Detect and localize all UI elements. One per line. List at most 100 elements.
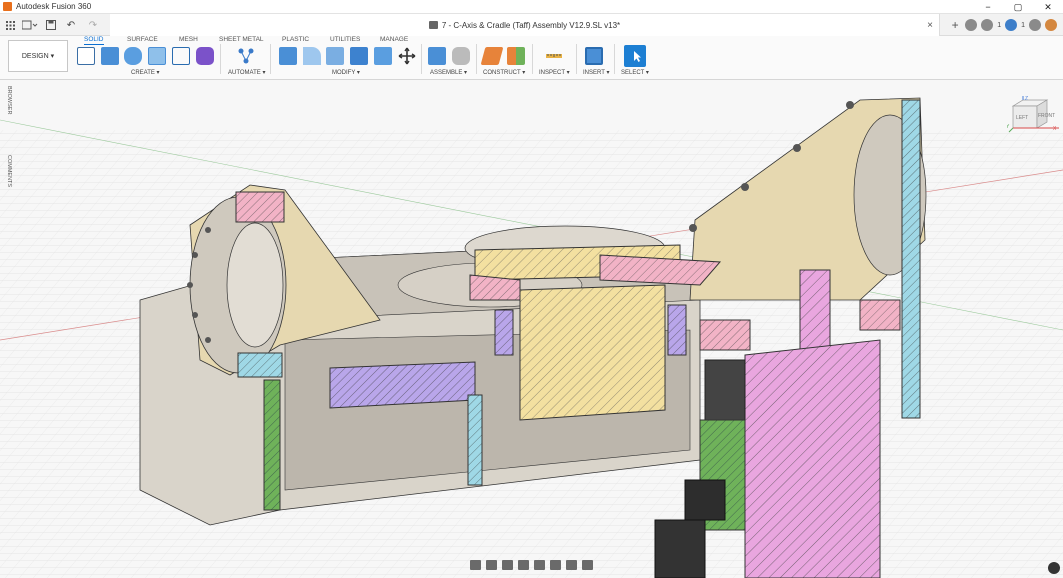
maximize-button[interactable]: ▢	[1003, 0, 1033, 14]
model-canvas[interactable]	[0, 80, 1063, 578]
display-settings-icon[interactable]	[550, 560, 561, 570]
inspect-group-label[interactable]: INSPECT ▾	[539, 69, 570, 76]
comments-panel-toggle[interactable]: COMMENTS	[6, 155, 12, 187]
viewcube-z-label: Z	[1025, 96, 1028, 102]
fillet-icon[interactable]	[303, 47, 321, 65]
create-sketch-icon[interactable]	[77, 47, 95, 65]
viewcube-left-face[interactable]: LEFT	[1016, 115, 1028, 121]
joint-icon[interactable]	[452, 47, 470, 65]
automate-icon[interactable]	[237, 47, 255, 65]
motor-mount[interactable]	[684, 479, 726, 521]
construct-group-label[interactable]: CONSTRUCT ▾	[483, 69, 525, 76]
tab-sheet-metal[interactable]: SHEET METAL	[219, 36, 264, 43]
section-purple-bearing-right	[667, 304, 687, 356]
chamfer-icon[interactable]	[326, 47, 344, 65]
tab-manage[interactable]: MANAGE	[380, 36, 408, 43]
combine-icon[interactable]	[374, 47, 392, 65]
separator	[220, 44, 221, 74]
file-menu-button[interactable]	[20, 18, 40, 32]
motor-body[interactable]	[654, 519, 706, 578]
close-tab-icon[interactable]: ×	[927, 20, 933, 31]
fit-icon[interactable]	[534, 560, 545, 570]
navigation-bar	[470, 558, 593, 572]
job-status-icon[interactable]	[981, 19, 994, 31]
new-tab-button[interactable]: +	[949, 19, 961, 31]
data-panel-icon[interactable]	[965, 19, 978, 31]
document-icon	[428, 21, 438, 29]
tab-solid[interactable]: SOLID	[84, 36, 104, 45]
close-window-button[interactable]: ✕	[1033, 0, 1063, 14]
separator	[576, 44, 577, 74]
section-purple-bearing-left	[494, 309, 514, 356]
hole-icon[interactable]	[148, 47, 166, 65]
fusion-logo-icon	[3, 2, 12, 11]
save-icon[interactable]	[44, 18, 58, 32]
section-cyan-center	[467, 394, 483, 486]
section-purple-plate	[329, 361, 476, 409]
job-count: 1	[997, 21, 1002, 29]
document-tab[interactable]: 7 - C-Axis & Cradle (Taff) Assembly V12.…	[110, 14, 940, 36]
tab-plastic[interactable]: PLASTIC	[282, 36, 309, 43]
document-title: 7 - C-Axis & Cradle (Taff) Assembly V12.…	[441, 20, 621, 30]
revolve-icon[interactable]	[124, 47, 142, 65]
left-bore	[226, 222, 284, 348]
insert-group-label[interactable]: INSERT ▾	[583, 69, 609, 76]
zoom-icon[interactable]	[518, 560, 529, 570]
form-icon[interactable]	[196, 47, 214, 65]
tab-surface[interactable]: SURFACE	[127, 36, 158, 43]
redo-button[interactable]: ↷	[86, 18, 100, 32]
status-icon[interactable]	[1048, 562, 1060, 574]
title-bar: Autodesk Fusion 360 − ▢ ✕	[0, 0, 1063, 14]
tab-utilities[interactable]: UTILITIES	[330, 36, 360, 43]
automate-group-label[interactable]: AUTOMATE ▾	[228, 69, 265, 76]
section-green-left	[263, 379, 281, 511]
midplane-icon[interactable]	[507, 47, 525, 65]
toolbar-ribbon: DESIGN ▾ SOLID SURFACE MESH SHEET METAL …	[0, 36, 1063, 80]
canvas-viewport[interactable]	[0, 80, 1063, 578]
browser-panel-toggle[interactable]: BROWSER	[6, 86, 12, 114]
viewports-icon[interactable]	[582, 560, 593, 570]
new-component-icon[interactable]	[428, 47, 446, 65]
shell-icon[interactable]	[350, 47, 368, 65]
assemble-group-label[interactable]: ASSEMBLE ▾	[430, 69, 467, 76]
app-title: Autodesk Fusion 360	[16, 2, 92, 11]
look-at-icon[interactable]	[486, 560, 497, 570]
separator	[532, 44, 533, 74]
viewcube-front-face[interactable]: FRONT	[1038, 113, 1055, 119]
minimize-button[interactable]: −	[973, 0, 1003, 14]
user-avatar[interactable]	[1045, 19, 1057, 31]
create-group-label[interactable]: CREATE ▾	[131, 69, 160, 76]
section-cyan-right	[901, 99, 921, 419]
separator	[421, 44, 422, 74]
insert-image-icon[interactable]	[585, 47, 603, 65]
grid-settings-icon[interactable]	[566, 560, 577, 570]
extrude-icon[interactable]	[101, 47, 119, 65]
document-tab-bar: ↶ ↷ 7 - C-Axis & Cradle (Taff) Assembly …	[0, 14, 1063, 36]
help-icon[interactable]	[1029, 19, 1041, 31]
select-group-label[interactable]: SELECT ▾	[621, 69, 649, 76]
section-pink-left-top	[235, 191, 285, 223]
section-yellow-core	[519, 284, 666, 421]
select-icon[interactable]	[624, 45, 646, 67]
viewcube[interactable]: LEFT FRONT X Y Z	[1006, 96, 1059, 141]
press-pull-icon[interactable]	[279, 47, 297, 65]
undo-button[interactable]: ↶	[64, 18, 78, 32]
apps-grid-icon[interactable]	[4, 18, 16, 32]
move-copy-icon[interactable]	[398, 47, 416, 65]
measure-icon[interactable]	[545, 47, 563, 65]
modify-group-label[interactable]: MODIFY ▾	[332, 69, 360, 76]
section-magenta-column	[744, 339, 881, 578]
notification-count: 1	[1021, 21, 1025, 29]
orbit-icon[interactable]	[470, 560, 481, 570]
notifications-icon[interactable]	[1005, 19, 1018, 31]
rectangular-pattern-icon[interactable]	[172, 47, 190, 65]
separator	[614, 44, 615, 74]
pan-icon[interactable]	[502, 560, 513, 570]
workspace-switcher-button[interactable]: DESIGN ▾	[8, 40, 68, 72]
offset-plane-icon[interactable]	[480, 47, 504, 65]
separator	[270, 44, 271, 74]
section-cyan-left	[237, 352, 283, 378]
header-right-icons: + 1 1	[949, 14, 1063, 36]
section-pink-right	[859, 299, 901, 331]
tab-mesh[interactable]: MESH	[179, 36, 198, 43]
